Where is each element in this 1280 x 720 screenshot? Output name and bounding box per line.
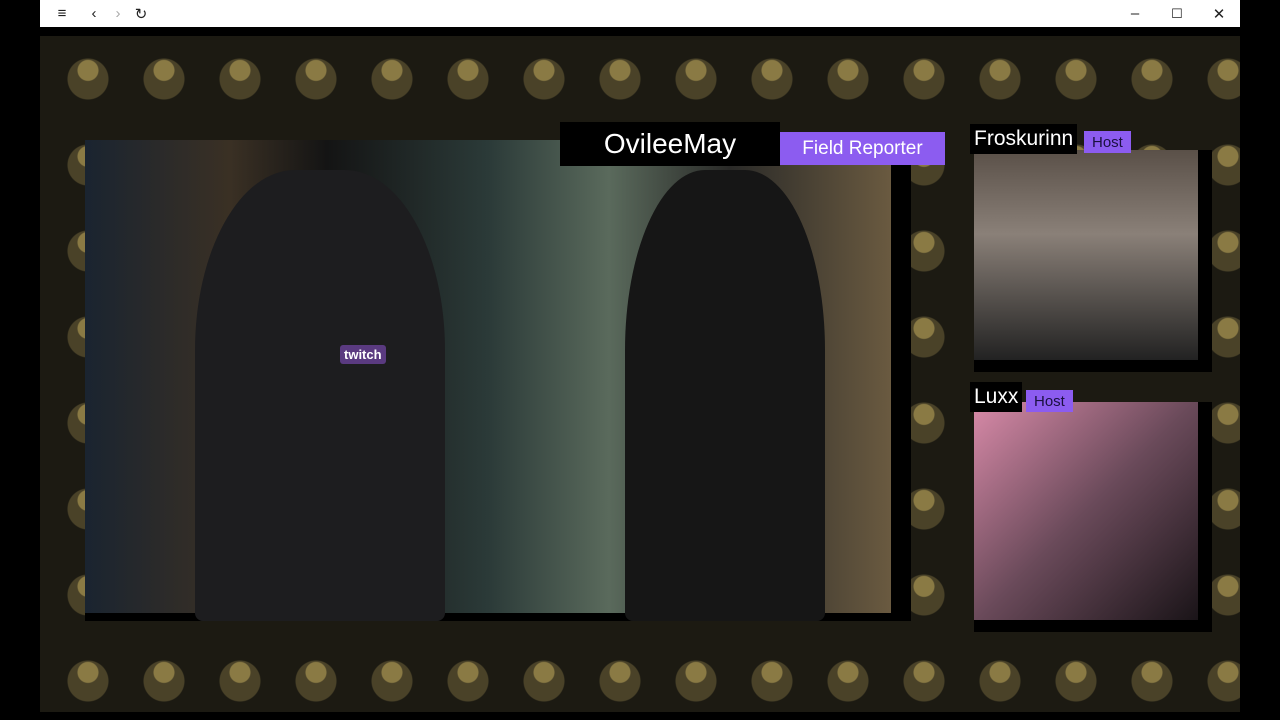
host-cam-1-name: Froskurinn <box>970 124 1078 154</box>
host-cam-1[interactable] <box>974 150 1212 372</box>
reporter-name: OvileeMay <box>560 122 780 166</box>
reporter <box>625 170 825 621</box>
back-icon[interactable]: ‹ <box>82 0 106 27</box>
close-icon[interactable]: ✕ <box>1207 0 1231 27</box>
hamburger-icon[interactable]: ≡ <box>50 0 74 27</box>
host-cam-2-badge: Host <box>1026 390 1073 412</box>
minimize-icon[interactable]: – <box>1123 0 1147 27</box>
forward-icon[interactable]: › <box>106 0 130 27</box>
mic-flag: twitch <box>340 345 386 364</box>
maximize-icon[interactable]: ☐ <box>1165 0 1189 27</box>
reload-icon[interactable]: ↻ <box>129 0 153 27</box>
host-cam-1-badge: Host <box>1084 131 1131 153</box>
host-cam-2-name: Luxx <box>970 382 1023 412</box>
browser-titlebar: ≡ ‹ › ↻ – ☐ ✕ <box>40 0 1240 27</box>
main-video[interactable]: twitch <box>85 140 911 621</box>
reporter-role-badge: Field Reporter <box>780 132 945 165</box>
host-cam-2[interactable] <box>974 402 1212 632</box>
interviewee <box>195 170 445 621</box>
